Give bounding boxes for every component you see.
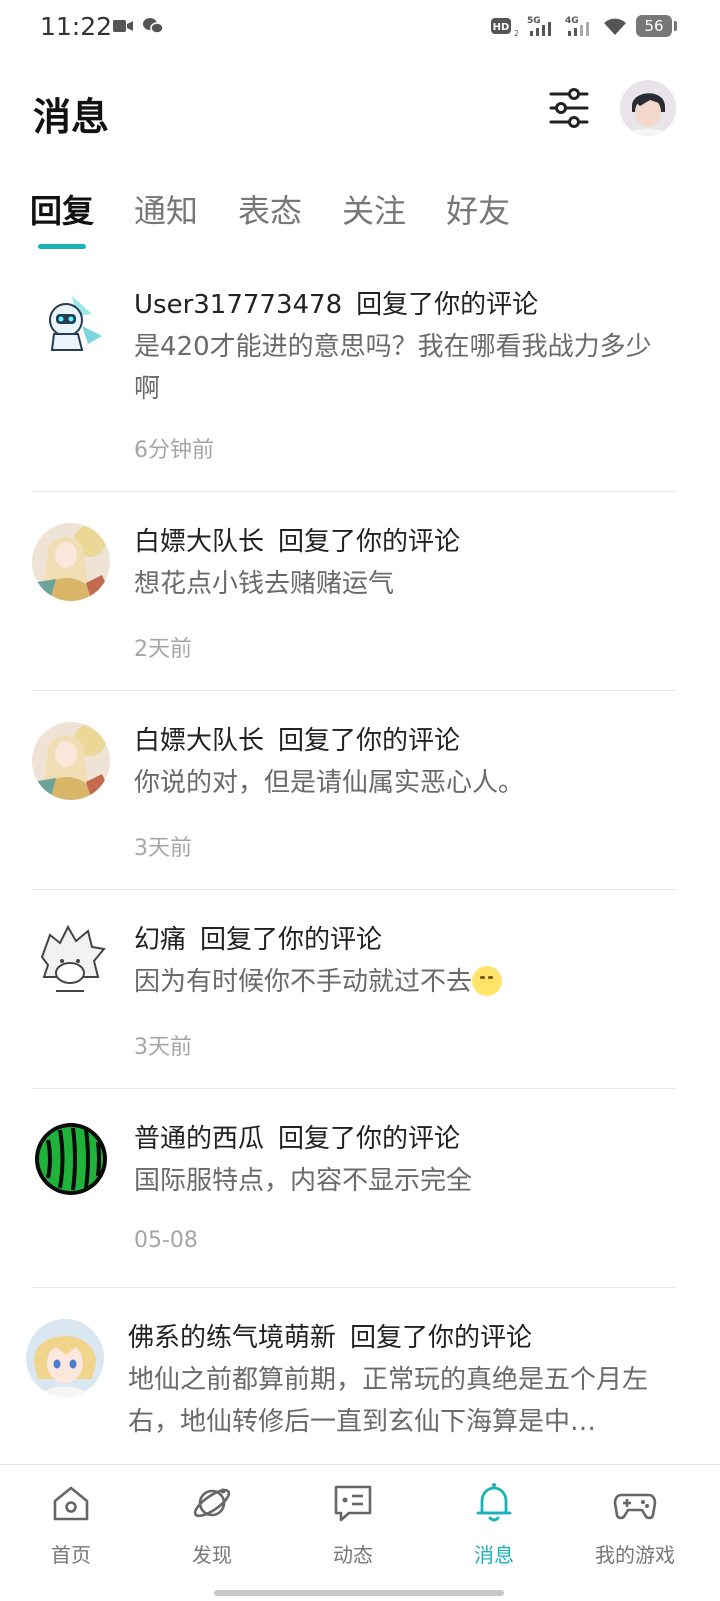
message-time: 3天前 bbox=[134, 1035, 192, 1060]
sliders-icon bbox=[549, 88, 589, 128]
home-indicator[interactable] bbox=[214, 1590, 504, 1596]
signal-4g-icon: 4G bbox=[565, 16, 589, 36]
user-avatar[interactable] bbox=[620, 80, 676, 136]
smirk-emoji bbox=[472, 966, 503, 996]
nav-label: 发现 bbox=[192, 1543, 232, 1567]
message-content: 想花点小钱去赌赌运气 bbox=[134, 569, 395, 599]
action-text: 回复了你的评论 bbox=[200, 925, 383, 955]
message-time: 3天前 bbox=[134, 836, 192, 861]
message-header: 幻痛 回复了你的评论 bbox=[134, 919, 382, 956]
action-text: 回复了你的评论 bbox=[278, 527, 461, 557]
message-content: 因为有时候你不手动就过不去 bbox=[134, 961, 664, 1003]
list-item[interactable]: 佛系的练气境萌新 回复了你的评论 地仙之前都算前期，正常玩的真绝是五个月左右，地仙… bbox=[0, 1287, 720, 1486]
nav-label: 动态 bbox=[333, 1543, 373, 1567]
battery-indicator: 56 bbox=[636, 15, 677, 37]
list-item[interactable]: 普通的西瓜 回复了你的评论 国际服特点，内容不显示完全 05-08 bbox=[0, 1088, 720, 1287]
message-time: 2天前 bbox=[134, 637, 192, 662]
video-icon bbox=[113, 20, 133, 32]
user-name[interactable]: User317773478 bbox=[134, 290, 342, 320]
user-name[interactable]: 幻痛 bbox=[134, 925, 186, 955]
tab-follow[interactable]: 关注 bbox=[342, 186, 406, 250]
robot-avatar[interactable] bbox=[32, 286, 110, 364]
filter-button[interactable] bbox=[546, 86, 592, 130]
message-content: 国际服特点，内容不显示完全 bbox=[134, 1166, 473, 1196]
avatar-image bbox=[620, 80, 676, 136]
page-title: 消息 bbox=[33, 95, 110, 139]
svg-text:HD: HD bbox=[493, 22, 510, 33]
tab-reaction[interactable]: 表态 bbox=[238, 186, 302, 250]
anime-girl-avatar[interactable] bbox=[32, 523, 110, 601]
svg-text:2: 2 bbox=[514, 29, 518, 38]
message-header: 白嫖大队长 回复了你的评论 bbox=[134, 720, 460, 757]
nav-label: 首页 bbox=[51, 1543, 91, 1567]
message-content: 地仙之前都算前期，正常玩的真绝是五个月左右，地仙转修后一直到玄仙下海算是中… bbox=[128, 1365, 649, 1437]
home-icon bbox=[53, 1486, 89, 1521]
nav-label: 我的游戏 bbox=[595, 1543, 675, 1567]
gamepad-icon bbox=[613, 1493, 657, 1520]
status-bar: 11:22 HD 2 5G 4G 56 bbox=[0, 0, 720, 56]
message-header: 白嫖大队长 回复了你的评论 bbox=[134, 521, 460, 558]
action-text: 回复了你的评论 bbox=[278, 726, 461, 756]
message-list: User317773478 回复了你的评论 是420才能进的意思吗？我在哪看我战力… bbox=[0, 264, 720, 1486]
status-time: 11:22 bbox=[40, 12, 113, 41]
nav-messages[interactable]: 消息 bbox=[444, 1481, 544, 1568]
action-text: 回复了你的评论 bbox=[278, 1124, 461, 1154]
nav-my-games[interactable]: 我的游戏 bbox=[585, 1481, 685, 1568]
signal-5g-icon: 5G bbox=[527, 16, 551, 36]
wechat-icon bbox=[143, 18, 164, 34]
action-text: 回复了你的评论 bbox=[350, 1323, 533, 1353]
tab-friends[interactable]: 好友 bbox=[446, 186, 510, 250]
wifi-icon bbox=[604, 18, 626, 35]
list-item[interactable]: 白嫖大队长 回复了你的评论 你说的对，但是请仙属实恶心人。 3天前 bbox=[0, 690, 720, 889]
tab-notice[interactable]: 通知 bbox=[134, 186, 198, 250]
message-header: User317773478 回复了你的评论 bbox=[134, 284, 538, 321]
user-name[interactable]: 普通的西瓜 bbox=[134, 1124, 264, 1154]
chat-icon bbox=[334, 1485, 372, 1522]
user-name[interactable]: 佛系的练气境萌新 bbox=[128, 1323, 336, 1353]
message-time: 05-08 bbox=[134, 1228, 198, 1253]
tab-label: 通知 bbox=[134, 192, 199, 230]
tab-label: 关注 bbox=[342, 192, 407, 230]
sketch-avatar[interactable] bbox=[32, 921, 110, 999]
watermelon-avatar[interactable] bbox=[32, 1120, 110, 1198]
message-time: 6分钟前 bbox=[134, 438, 214, 463]
tab-reply[interactable]: 回复 bbox=[30, 186, 94, 250]
status-notification-icons bbox=[112, 16, 164, 36]
user-name[interactable]: 白嫖大队长 bbox=[134, 726, 264, 756]
message-tabs: 回复 通知 表态 关注 好友 bbox=[30, 186, 550, 250]
nav-feed[interactable]: 动态 bbox=[303, 1481, 403, 1568]
message-text: 因为有时候你不手动就过不去 bbox=[134, 967, 473, 997]
svg-text:5G: 5G bbox=[527, 16, 541, 26]
list-item[interactable]: 白嫖大队长 回复了你的评论 想花点小钱去赌赌运气 2天前 bbox=[0, 491, 720, 690]
message-content: 是420才能进的意思吗？我在哪看我战力多少啊 bbox=[134, 332, 652, 404]
tab-label: 回复 bbox=[30, 192, 95, 230]
message-header: 佛系的练气境萌新 回复了你的评论 bbox=[128, 1317, 532, 1354]
status-system-icons: HD 2 5G 4G 56 bbox=[490, 14, 677, 38]
svg-text:4G: 4G bbox=[565, 16, 579, 26]
nav-home[interactable]: 首页 bbox=[21, 1481, 121, 1568]
bottom-nav: 首页 发现 动态 消息 我的游戏 bbox=[0, 1464, 720, 1601]
hd-icon: HD 2 bbox=[491, 18, 518, 38]
user-name[interactable]: 白嫖大队长 bbox=[134, 527, 264, 557]
active-tab-indicator bbox=[38, 244, 86, 249]
planet-icon bbox=[193, 1488, 231, 1518]
list-item[interactable]: 幻痛 回复了你的评论 因为有时候你不手动就过不去 3天前 bbox=[0, 889, 720, 1088]
nav-discover[interactable]: 发现 bbox=[162, 1481, 262, 1568]
list-item[interactable]: User317773478 回复了你的评论 是420才能进的意思吗？我在哪看我战力… bbox=[0, 264, 720, 491]
nav-label: 消息 bbox=[474, 1543, 514, 1567]
blonde-anime-avatar[interactable] bbox=[26, 1319, 104, 1397]
tab-label: 表态 bbox=[238, 192, 303, 230]
tab-label: 好友 bbox=[446, 192, 511, 230]
message-header: 普通的西瓜 回复了你的评论 bbox=[134, 1118, 460, 1155]
action-text: 回复了你的评论 bbox=[356, 290, 539, 320]
message-content: 你说的对，但是请仙属实恶心人。 bbox=[134, 768, 525, 798]
bell-icon bbox=[476, 1483, 512, 1522]
anime-girl-avatar[interactable] bbox=[32, 722, 110, 800]
